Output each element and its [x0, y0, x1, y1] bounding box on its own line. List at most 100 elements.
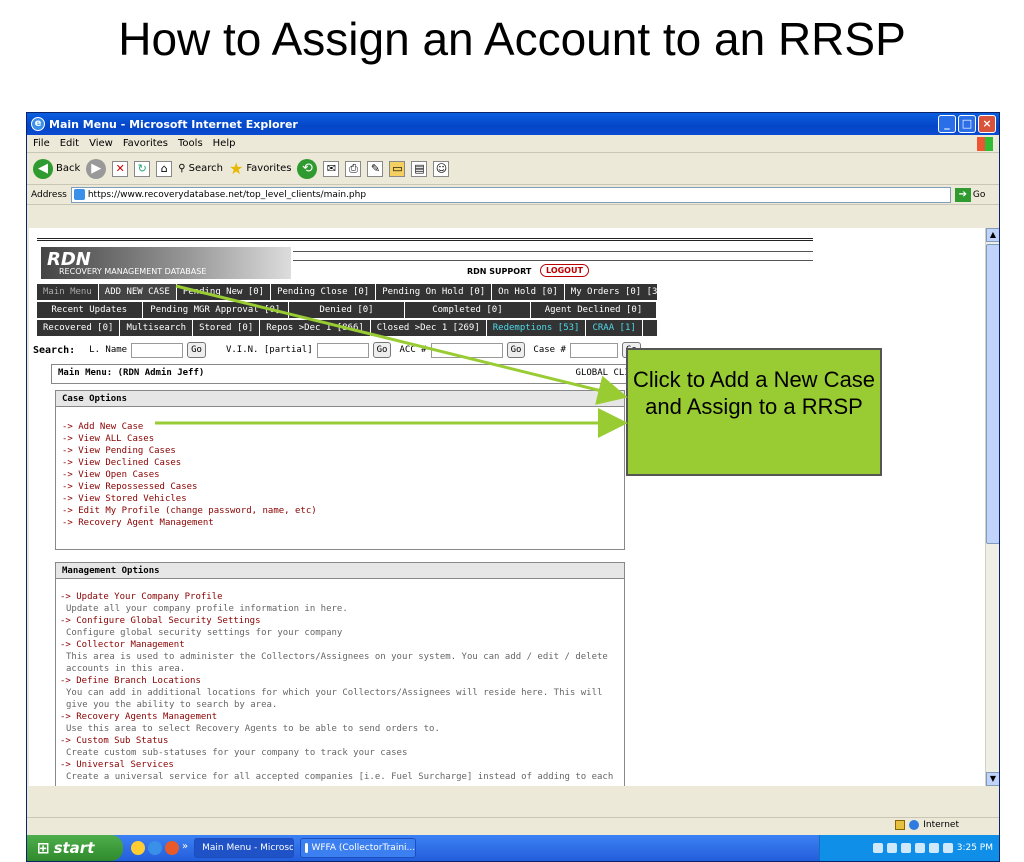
home-button[interactable]: ⌂	[156, 160, 173, 177]
tray-icon[interactable]	[914, 843, 925, 853]
menu-help[interactable]: Help	[213, 138, 236, 149]
link-view-all-cases[interactable]: -> View ALL Cases	[62, 433, 618, 445]
link-recovery-agent-management[interactable]: -> Recovery Agent Management	[62, 517, 618, 529]
ie-logo-icon: e	[31, 117, 45, 131]
vertical-scrollbar[interactable]: ▲ ▼	[985, 228, 999, 786]
nav-pending-on-hold[interactable]: Pending On Hold [0]	[376, 284, 493, 300]
search-button[interactable]: ⚲ Search	[178, 163, 223, 174]
back-arrow-icon: ◀	[33, 158, 53, 179]
nav-main-menu[interactable]: Main Menu	[37, 284, 99, 300]
link-edit-my-profile[interactable]: -> Edit My Profile (change password, nam…	[62, 505, 618, 517]
case-options-title: Case Options	[56, 391, 624, 407]
tray-icon[interactable]	[900, 843, 911, 853]
tray-icon[interactable]	[942, 843, 953, 853]
acc-input[interactable]	[430, 342, 503, 358]
minimize-button[interactable]: _	[938, 115, 956, 133]
print-button[interactable]: ⎙	[345, 160, 362, 177]
close-button[interactable]: ×	[978, 115, 996, 133]
management-options-list: -> Update Your Company Profile Update al…	[56, 579, 624, 786]
folder-button[interactable]: ▭	[389, 160, 406, 177]
desc-configure-global-security: Configure global security settings for y…	[66, 628, 343, 638]
main-menu-title: Main Menu: (RDN Admin Jeff)	[58, 368, 205, 378]
link-configure-global-security[interactable]: -> Configure Global Security Settings	[60, 615, 618, 627]
vin-go-button[interactable]: Go	[372, 342, 392, 358]
task-main-menu[interactable]: Main Menu - Microsof...	[194, 838, 295, 858]
link-define-branch-locations[interactable]: -> Define Branch Locations	[60, 675, 618, 687]
rdn-support-link[interactable]: RDN SUPPORT	[467, 267, 531, 276]
task-wffa[interactable]: WFFA (CollectorTraini...	[300, 838, 417, 858]
scroll-thumb[interactable]	[986, 244, 999, 544]
maximize-button[interactable]: □	[958, 115, 976, 133]
firefox-quick-icon[interactable]	[165, 841, 179, 855]
forward-button[interactable]: ▶	[86, 158, 107, 179]
menu-tools[interactable]: Tools	[178, 138, 203, 149]
nav-redemptions[interactable]: Redemptions [53]	[487, 320, 587, 336]
nav-multisearch[interactable]: Multisearch	[120, 320, 194, 336]
link-view-declined-cases[interactable]: -> View Declined Cases	[62, 457, 618, 469]
link-view-stored-vehicles[interactable]: -> View Stored Vehicles	[62, 493, 618, 505]
link-view-repossessed-cases[interactable]: -> View Repossessed Cases	[62, 481, 618, 493]
tray-icon[interactable]	[928, 843, 939, 853]
nav-craa[interactable]: CRAA [1]	[586, 320, 643, 336]
link-update-company-profile[interactable]: -> Update Your Company Profile	[60, 591, 618, 603]
nav-row-1: Main Menu ADD NEW CASE Pending New [0] P…	[37, 284, 687, 300]
search-label: Search:	[33, 344, 76, 356]
desc-collector-management: This area is used to administer the Coll…	[66, 652, 608, 674]
link-universal-services[interactable]: -> Universal Services	[60, 759, 618, 771]
lname-go-button[interactable]: Go	[187, 342, 206, 358]
page-content: RDN RECOVERY MANAGEMENT DATABASE RDN SUP…	[29, 228, 985, 786]
link-collector-management[interactable]: -> Collector Management	[60, 639, 618, 651]
link-recovery-agents-management[interactable]: -> Recovery Agents Management	[60, 711, 618, 723]
nav-my-orders[interactable]: My Orders [0] [3795]	[565, 284, 687, 300]
lname-input[interactable]	[131, 342, 184, 358]
scroll-down-button[interactable]: ▼	[986, 772, 999, 786]
menu-view[interactable]: View	[89, 138, 113, 149]
ie-quick-icon[interactable]	[148, 841, 162, 855]
nav-pending-close[interactable]: Pending Close [0]	[271, 284, 377, 300]
research-button[interactable]: ▤	[411, 160, 428, 177]
start-button[interactable]: ⊞ start	[27, 835, 123, 861]
acc-go-button[interactable]: Go	[506, 342, 526, 358]
logout-button[interactable]: LOGOUT	[540, 264, 589, 277]
case-input[interactable]	[569, 342, 618, 358]
nav-agent-declined[interactable]: Agent Declined [0]	[531, 302, 658, 318]
nav-pending-mgr-approval[interactable]: Pending MGR Approval [0]	[143, 302, 290, 318]
link-custom-sub-status[interactable]: -> Custom Sub Status	[60, 735, 618, 747]
stop-button[interactable]: ✕	[112, 160, 129, 177]
menu-edit[interactable]: Edit	[60, 138, 79, 149]
quick-launch-icon[interactable]	[131, 841, 145, 855]
nav-completed[interactable]: Completed [0]	[405, 302, 531, 318]
tray-icon[interactable]	[872, 843, 883, 853]
nav-on-hold[interactable]: On Hold [0]	[492, 284, 565, 300]
nav-denied[interactable]: Denied [0]	[289, 302, 405, 318]
window-title: Main Menu - Microsoft Internet Explorer	[49, 117, 298, 131]
mail-button[interactable]: ✉	[323, 160, 340, 177]
back-button[interactable]: ◀ Back	[33, 158, 80, 179]
status-bar: Internet	[27, 817, 999, 835]
link-view-pending-cases[interactable]: -> View Pending Cases	[62, 445, 618, 457]
nav-repos[interactable]: Repos >Dec 1 [866]	[260, 320, 371, 336]
edit-button[interactable]: ✎	[367, 160, 384, 177]
vin-input[interactable]	[316, 342, 369, 358]
address-input[interactable]: https://www.recoverydatabase.net/top_lev…	[70, 186, 951, 203]
scroll-up-button[interactable]: ▲	[986, 228, 999, 242]
refresh-button[interactable]: ↻	[134, 160, 151, 177]
tray-icon[interactable]	[886, 843, 897, 853]
go-button[interactable]: ➔ Go	[954, 187, 985, 202]
link-view-open-cases[interactable]: -> View Open Cases	[62, 469, 618, 481]
nav-recent-updates[interactable]: Recent Updates	[37, 302, 143, 318]
chevron-icon[interactable]: »	[182, 841, 188, 855]
history-button[interactable]: ⟲	[297, 158, 318, 179]
window-titlebar[interactable]: e Main Menu - Microsoft Internet Explore…	[27, 113, 999, 135]
messenger-button[interactable]: ☺	[433, 160, 450, 177]
nav-recovered[interactable]: Recovered [0]	[37, 320, 121, 336]
link-add-new-case[interactable]: -> Add New Case	[62, 421, 618, 433]
nav-pending-new[interactable]: Pending New [0]	[177, 284, 272, 300]
nav-closed[interactable]: Closed >Dec 1 [269]	[371, 320, 487, 336]
nav-row-3: Recovered [0] Multisearch Stored [0] Rep…	[37, 320, 657, 336]
nav-stored[interactable]: Stored [0]	[193, 320, 261, 336]
favorites-button[interactable]: ★ Favorites	[229, 159, 292, 178]
menu-favorites[interactable]: Favorites	[123, 138, 168, 149]
nav-add-new-case[interactable]: ADD NEW CASE	[98, 284, 177, 300]
menu-file[interactable]: File	[33, 138, 50, 149]
